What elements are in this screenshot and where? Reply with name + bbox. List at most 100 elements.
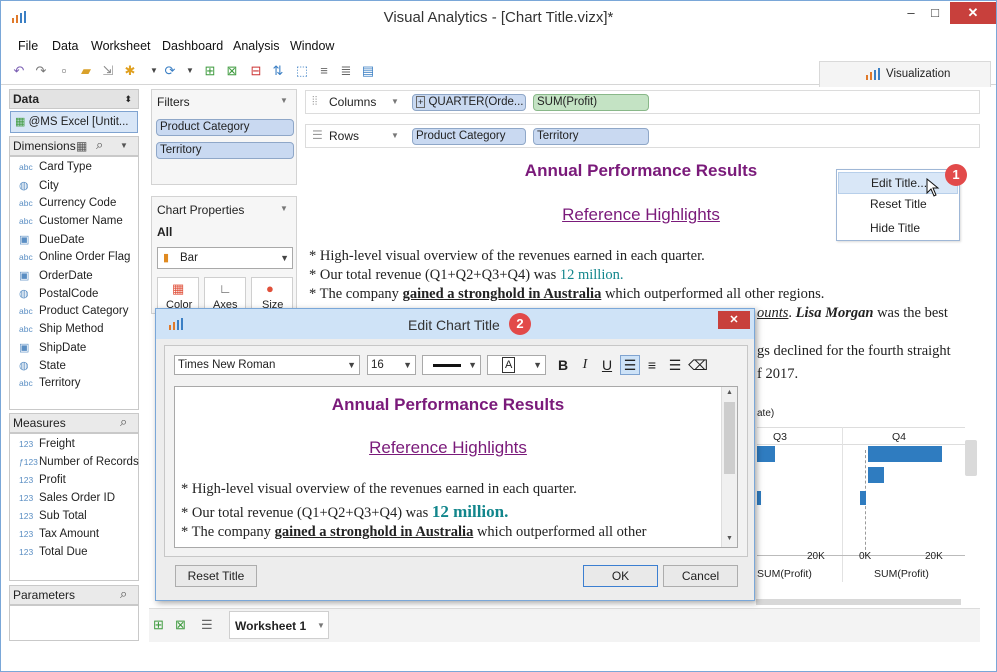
clear-format-icon[interactable]: ⌫: [688, 355, 708, 375]
columns-pill-sum-profit[interactable]: SUM(Profit): [533, 94, 649, 111]
measure-item[interactable]: ƒ123Number of Records: [19, 456, 139, 468]
redo-icon[interactable]: ↷: [32, 62, 50, 80]
sort-descending-icon[interactable]: ≣: [337, 62, 355, 80]
hide-title-menu-item[interactable]: Hide Title: [838, 218, 958, 240]
data-source-item[interactable]: ▦ @MS Excel [Untit...: [10, 111, 138, 133]
connect-data-icon[interactable]: ✱: [121, 62, 139, 80]
dimension-item[interactable]: ◍ City: [19, 179, 59, 192]
sort-ascending-icon[interactable]: ≡: [315, 62, 333, 80]
worksheet-tab[interactable]: Worksheet 1 ▼: [229, 611, 329, 639]
measure-item[interactable]: 123 Sales Order ID: [19, 492, 115, 504]
rows-pill-territory[interactable]: Territory: [533, 128, 649, 145]
dimension-item[interactable]: abc Online Order Flag: [19, 251, 130, 263]
menu-data[interactable]: Data: [52, 39, 78, 53]
dimension-item[interactable]: abc Currency Code: [19, 197, 116, 209]
bar-q4-3[interactable]: [860, 491, 866, 505]
columns-pill-quarter[interactable]: + QUARTER(Orde...: [412, 94, 526, 111]
select-icon[interactable]: ⬚: [293, 62, 311, 80]
maximize-button[interactable]: □: [923, 2, 947, 24]
menu-worksheet[interactable]: Worksheet: [91, 39, 151, 53]
table-view-icon[interactable]: ▦: [76, 137, 87, 155]
chevron-down-icon[interactable]: ▼: [280, 204, 288, 213]
mark-type-select[interactable]: ▮ Bar ▼: [157, 247, 293, 269]
dimension-item[interactable]: abc Product Category: [19, 305, 129, 317]
edit-title-menu-item[interactable]: Edit Title...: [838, 172, 958, 194]
font-size-select[interactable]: 16 ▼: [367, 355, 416, 375]
duplicate-sheet-icon[interactable]: ⊠: [223, 62, 241, 80]
horizontal-scrollbar[interactable]: [756, 599, 961, 605]
menu-dashboard[interactable]: Dashboard: [162, 39, 223, 53]
new-dashboard-icon[interactable]: ⊠: [175, 617, 186, 633]
dimension-item[interactable]: ▣ OrderDate: [19, 269, 93, 282]
fit-icon[interactable]: ▤: [359, 62, 377, 80]
chevron-down-icon[interactable]: ▼: [120, 137, 128, 155]
vertical-scrollbar[interactable]: [965, 440, 977, 476]
search-icon[interactable]: ⌕: [120, 585, 127, 603]
chevron-down-icon[interactable]: ▼: [391, 97, 399, 106]
reset-title-menu-item[interactable]: Reset Title: [838, 194, 958, 216]
dialog-close-button[interactable]: ✕: [718, 311, 750, 329]
open-folder-icon[interactable]: ▰: [77, 62, 95, 80]
dimension-item[interactable]: ▣ DueDate: [19, 233, 84, 246]
chevron-down-icon[interactable]: ▼: [317, 621, 325, 630]
chevron-down-icon[interactable]: ▼: [280, 96, 288, 105]
align-left-icon[interactable]: ☰: [620, 355, 640, 375]
bar-q4-2[interactable]: [868, 467, 884, 483]
search-icon[interactable]: ⌕: [96, 136, 103, 154]
new-worksheet-icon[interactable]: ⊞: [153, 617, 164, 633]
dimension-item[interactable]: abc Customer Name: [19, 215, 123, 227]
bar-q3-2[interactable]: [757, 491, 761, 505]
line-style-select[interactable]: ▼: [422, 355, 481, 375]
menu-file[interactable]: File: [18, 39, 38, 53]
sort-icon[interactable]: ⬍: [124, 90, 132, 108]
scroll-thumb[interactable]: [724, 402, 735, 474]
dimension-item[interactable]: abc Ship Method: [19, 323, 104, 335]
dimension-item[interactable]: abc Territory: [19, 377, 81, 389]
new-file-icon[interactable]: ▫: [55, 62, 73, 80]
ok-button[interactable]: OK: [583, 565, 658, 587]
minimize-button[interactable]: –: [899, 2, 923, 24]
filter-pill-product-category[interactable]: Product Category: [156, 119, 294, 136]
font-color-select[interactable]: A ▼: [487, 355, 546, 375]
chevron-down-icon[interactable]: ▼: [391, 131, 399, 140]
search-icon[interactable]: ⌕: [120, 413, 127, 431]
font-family-select[interactable]: Times New Roman ▼: [174, 355, 360, 375]
clear-sheet-icon[interactable]: ⊟: [247, 62, 265, 80]
measure-item[interactable]: 123 Tax Amount: [19, 528, 99, 540]
rows-pill-product-category[interactable]: Product Category: [412, 128, 526, 145]
align-center-icon[interactable]: ≡: [642, 355, 662, 375]
undo-icon[interactable]: ↶: [10, 62, 28, 80]
chevron-down-icon[interactable]: ▼: [181, 62, 199, 80]
cancel-button[interactable]: Cancel: [663, 565, 738, 587]
title-editor[interactable]: Annual Performance Results Reference Hig…: [174, 386, 738, 548]
menu-window[interactable]: Window: [290, 39, 334, 53]
dimension-item[interactable]: ▣ ShipDate: [19, 341, 86, 354]
underline-button[interactable]: U: [597, 355, 617, 375]
editor-scrollbar[interactable]: ▲ ▼: [721, 387, 737, 547]
new-worksheet-icon[interactable]: ⊞: [201, 62, 219, 80]
swap-icon[interactable]: ⇅: [269, 62, 287, 80]
export-icon[interactable]: ⇲: [99, 62, 117, 80]
scroll-up-icon[interactable]: ▲: [726, 389, 733, 396]
filter-pill-territory[interactable]: Territory: [156, 142, 294, 159]
dimension-item[interactable]: abc Card Type: [19, 161, 92, 173]
visualization-tab[interactable]: Visualization: [819, 61, 991, 87]
reset-title-button[interactable]: Reset Title: [175, 565, 257, 587]
close-button[interactable]: ✕: [950, 2, 996, 24]
sheet-list-icon[interactable]: ☰: [201, 617, 213, 633]
dimension-item[interactable]: ◍ PostalCode: [19, 287, 98, 300]
bar-q3-1[interactable]: [757, 446, 775, 462]
bold-button[interactable]: B: [553, 355, 573, 375]
bar-q4-1[interactable]: [868, 446, 942, 462]
align-right-icon[interactable]: ☰: [665, 355, 685, 375]
menu-analysis[interactable]: Analysis: [233, 39, 280, 53]
parameters-list: [9, 605, 139, 641]
dimension-item[interactable]: ◍ State: [19, 359, 66, 372]
measure-item[interactable]: 123 Freight: [19, 438, 75, 450]
italic-button[interactable]: I: [575, 355, 595, 375]
measure-item[interactable]: 123 Sub Total: [19, 510, 87, 522]
refresh-icon[interactable]: ⟳: [161, 62, 179, 80]
measure-item[interactable]: 123 Profit: [19, 474, 66, 486]
scroll-down-icon[interactable]: ▼: [726, 535, 733, 542]
measure-item[interactable]: 123 Total Due: [19, 546, 88, 558]
